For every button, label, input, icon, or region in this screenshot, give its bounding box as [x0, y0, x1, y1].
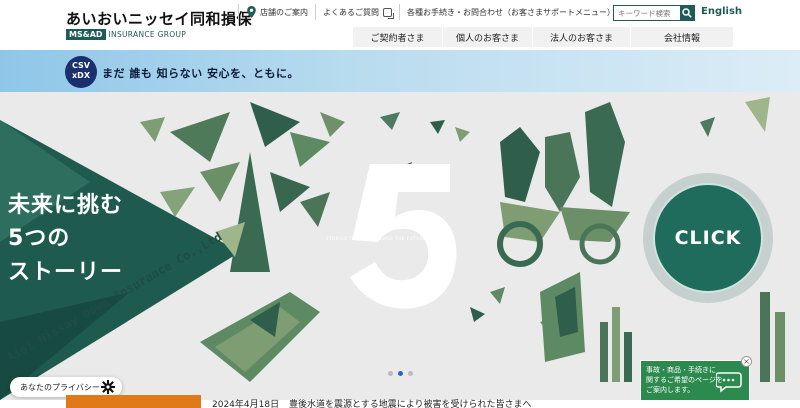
csv-badge-top: CSV: [72, 61, 90, 70]
bar-building: [600, 322, 608, 382]
floating-shard: [455, 127, 470, 142]
stories-caption: STORIES THAT CHALLENGE THE FUTURE: [326, 236, 427, 241]
bar-building: [612, 307, 620, 382]
privacy-label: あなたのプライバシー: [20, 382, 100, 392]
news-category-tag: [66, 395, 201, 408]
search-box: [613, 5, 695, 21]
figure-person: [585, 102, 625, 207]
divider: [399, 4, 400, 20]
search-button[interactable]: [680, 6, 694, 20]
procedures-link[interactable]: 各種お手続き・お問合わせ（お客さまサポートメニュー）: [407, 0, 615, 24]
csv-badge-bottom: xDX: [72, 71, 90, 80]
floating-shard: [470, 307, 485, 322]
faq-link-label: よくあるご質問: [323, 7, 379, 17]
search-input[interactable]: [614, 6, 680, 20]
hero-title-line3: ストーリー: [8, 260, 124, 285]
brand-logo-name[interactable]: あいおいニッセイ同和損保: [66, 8, 252, 29]
click-button[interactable]: CLICK: [653, 183, 763, 293]
tree-leaf: [200, 162, 240, 202]
chat-bubble-icon: [716, 372, 742, 393]
insurance-group-label: INSURANCE GROUP: [108, 30, 187, 39]
hero-title-line2: 5つの: [8, 226, 71, 251]
news-date: 2024年4月18日: [212, 400, 280, 408]
floating-shard: [380, 112, 400, 130]
consult-close-button[interactable]: ×: [741, 356, 752, 367]
csv-dx-badge: CSV xDX: [65, 56, 97, 88]
ms-ad-mark: MS&AD: [66, 29, 106, 40]
bar-building: [624, 332, 632, 382]
floating-shard: [430, 120, 445, 134]
slider-dot[interactable]: [388, 371, 393, 376]
figure-person: [545, 132, 580, 212]
privacy-button[interactable]: あなたのプライバシー: [10, 377, 122, 397]
divider: [315, 4, 316, 20]
floating-shard: [745, 97, 770, 132]
stores-link-label: 店舗のご案内: [260, 7, 308, 17]
stores-link[interactable]: 店舗のご案内: [247, 0, 308, 24]
tree-leaf: [300, 192, 330, 227]
consultation-widget[interactable]: 事故・商品・手続きに 関するご希望のページを ご案内します。: [640, 360, 750, 402]
nav-individuals[interactable]: 個人のお客さま: [443, 27, 533, 47]
slider-dots: [388, 371, 413, 376]
news-headline-link[interactable]: 豊後水道を震源とする地震により被害を受けられた皆さまへ: [289, 397, 532, 408]
figure-base: [500, 202, 560, 242]
nav-company-info[interactable]: 会社情報: [631, 27, 734, 47]
bar-building: [775, 312, 785, 382]
tree-leaf: [320, 112, 345, 137]
bar-building: [760, 292, 770, 382]
gear-icon: [101, 380, 115, 394]
map-pin-icon: [247, 6, 256, 18]
nav-corporate[interactable]: 法人のお客さま: [533, 27, 631, 47]
tree-leaf: [170, 112, 230, 162]
figure-person: [500, 127, 540, 202]
hero-title-line1: 未来に挑む: [8, 193, 124, 218]
floating-shard: [700, 117, 715, 137]
slider-dot-active[interactable]: [398, 371, 403, 376]
banner-tagline: まだ 誰も 知らない 安心を、ともに。: [102, 67, 299, 80]
external-window-icon: [383, 7, 394, 19]
brand-logo-group[interactable]: MS&AD INSURANCE GROUP: [66, 29, 186, 40]
slider-dot[interactable]: [408, 371, 413, 376]
nav-contractors[interactable]: ご契約者さま: [353, 27, 443, 47]
faq-link[interactable]: よくあるご質問: [323, 0, 394, 24]
divider: [238, 4, 239, 20]
english-link[interactable]: English: [701, 6, 742, 17]
search-icon: [682, 8, 692, 18]
procedures-link-label: 各種お手続き・お問合わせ（お客さまサポートメニュー）: [407, 7, 615, 17]
floating-shard: [490, 287, 505, 304]
tree-leaf: [140, 117, 165, 142]
site-header: あいおいニッセイ同和損保 MS&AD INSURANCE GROUP 店舗のご案…: [0, 0, 800, 50]
tree-leaf: [290, 132, 330, 167]
